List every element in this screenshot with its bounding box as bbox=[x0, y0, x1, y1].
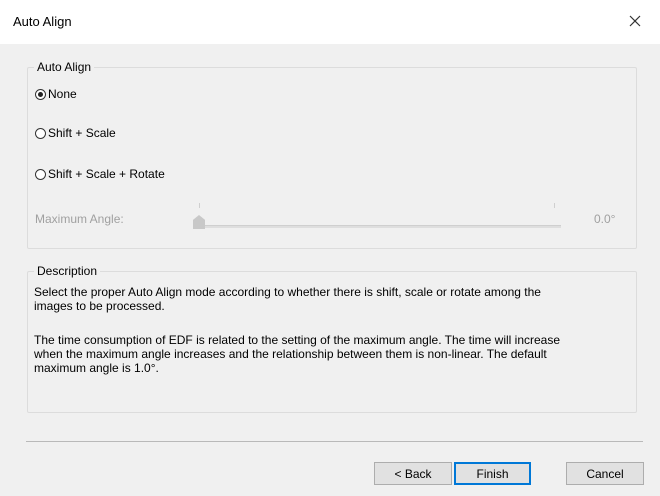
cancel-button[interactable]: Cancel bbox=[566, 462, 644, 485]
close-icon bbox=[629, 15, 641, 27]
radio-none[interactable]: None bbox=[35, 87, 77, 101]
slider-tick-end bbox=[554, 203, 555, 208]
description-line-5: maximum angle is 1.0°. bbox=[34, 361, 159, 375]
max-angle-slider-track[interactable] bbox=[193, 225, 561, 228]
description-line-2: images to be processed. bbox=[34, 299, 165, 313]
radio-none-label: None bbox=[48, 87, 77, 101]
radio-none-indicator[interactable] bbox=[35, 88, 46, 100]
close-button[interactable] bbox=[620, 8, 650, 34]
description-group-label: Description bbox=[34, 264, 101, 278]
footer-separator bbox=[26, 441, 643, 442]
description-line-3: The time consumption of EDF is related t… bbox=[34, 333, 561, 347]
max-angle-value: 0.0° bbox=[594, 212, 616, 226]
back-button[interactable]: < Back bbox=[374, 462, 452, 485]
radio-shift-scale-rotate-label: Shift + Scale + Rotate bbox=[48, 167, 165, 181]
radio-shift-scale-rotate[interactable]: Shift + Scale + Rotate bbox=[35, 167, 165, 181]
radio-shift-scale[interactable]: Shift + Scale bbox=[35, 126, 116, 140]
radio-shift-scale-rotate-indicator[interactable] bbox=[35, 168, 46, 180]
description-line-1: Select the proper Auto Align mode accord… bbox=[34, 285, 541, 299]
title-bar: Auto Align bbox=[0, 0, 660, 44]
slider-tick-start bbox=[199, 203, 200, 208]
description-line-4: when the maximum angle increases and the… bbox=[34, 347, 547, 361]
auto-align-group-label: Auto Align bbox=[34, 60, 95, 74]
max-angle-label: Maximum Angle: bbox=[35, 212, 124, 226]
window-title: Auto Align bbox=[13, 14, 72, 29]
finish-button[interactable]: Finish bbox=[454, 462, 531, 485]
radio-shift-scale-label: Shift + Scale bbox=[48, 126, 116, 140]
radio-shift-scale-indicator[interactable] bbox=[35, 127, 46, 139]
